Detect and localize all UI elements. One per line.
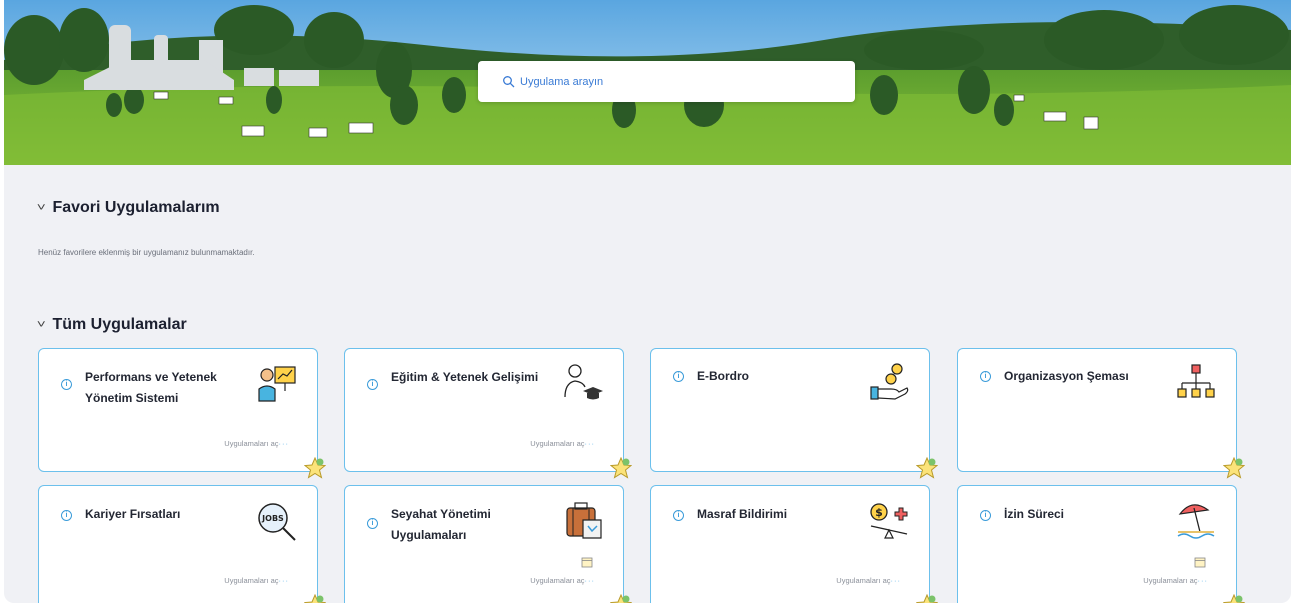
app-card-performans[interactable]: i Performans ve Yetenek Yönetim Sistemi … [38, 348, 326, 479]
info-icon[interactable]: i [367, 518, 378, 529]
favorite-star-icon[interactable] [304, 594, 326, 603]
app-card-masraf[interactable]: i Masraf Bildirimi $ Uygulamaları aç··· [650, 485, 938, 603]
beach-umbrella-icon [1177, 504, 1215, 539]
info-icon[interactable]: i [673, 371, 684, 382]
app-card-title: Seyahat Yönetimi Uygulamaları [391, 507, 491, 542]
search-icon [503, 75, 515, 87]
search-input[interactable]: Uygulama arayın [478, 61, 855, 102]
svg-text:$: $ [875, 506, 883, 519]
app-card-title: İzin Süreci [1004, 507, 1065, 521]
app-card-title: E-Bordro [697, 369, 749, 383]
app-card-title: Eğitim & Yetenek Gelişimi [391, 370, 539, 384]
svg-text:JOBS: JOBS [261, 514, 284, 523]
calendar-icon [1194, 557, 1206, 568]
chevron-down-icon: ˅ [36, 319, 46, 331]
favorites-empty-message: Henüz favorilere eklenmiş bir uygulamanı… [38, 248, 255, 257]
app-frame: Uygulama arayın ˅ Favori Uygulamalarım H… [4, 0, 1291, 603]
all-apps-title: Tüm Uygulamalar [52, 316, 187, 333]
open-apps-link[interactable]: Uygulamaları aç··· [224, 439, 289, 448]
favorite-star-icon[interactable] [610, 457, 632, 479]
app-card-title: Masraf Bildirimi [697, 507, 788, 521]
open-apps-link[interactable]: Uygulamaları aç··· [530, 576, 595, 585]
favorite-star-icon[interactable] [1223, 457, 1245, 479]
all-apps-header[interactable]: ˅ Tüm Uygulamalar [36, 316, 187, 334]
payroll-hand-icon [870, 363, 909, 400]
favorites-title: Favori Uygulamalarım [52, 199, 220, 216]
app-card-organizasyon[interactable]: i Organizasyon Şeması [957, 348, 1245, 479]
app-card-izin[interactable]: i İzin Süreci Uygulamaları aç··· [957, 485, 1245, 603]
hero-banner: Uygulama arayın [4, 0, 1291, 165]
favorite-star-icon[interactable] [1223, 594, 1245, 603]
presentation-icon [258, 366, 296, 402]
favorite-star-icon[interactable] [916, 457, 938, 479]
info-icon[interactable]: i [980, 510, 991, 521]
favorite-star-icon[interactable] [304, 457, 326, 479]
jobs-magnifier-icon: JOBS [258, 503, 296, 541]
favorites-header[interactable]: ˅ Favori Uygulamalarım [36, 199, 220, 217]
app-card-title: Kariyer Fırsatları [85, 507, 181, 521]
calendar-icon [581, 557, 593, 568]
graduate-icon [564, 364, 603, 400]
app-card-kariyer[interactable]: i Kariyer Fırsatları JOBS Uygulamaları a… [38, 485, 326, 603]
app-card-ebordro[interactable]: i E-Bordro [650, 348, 938, 479]
expense-scale-icon: $ [870, 503, 908, 539]
search-placeholder: Uygulama arayın [520, 75, 604, 88]
app-card-seyahat[interactable]: i Seyahat Yönetimi Uygulamaları Uygulama… [344, 485, 632, 603]
luggage-icon [566, 502, 602, 539]
info-icon[interactable]: i [61, 510, 72, 521]
info-icon[interactable]: i [673, 510, 684, 521]
org-chart-icon [1177, 364, 1215, 398]
app-card-title: Organizasyon Şeması [1004, 369, 1129, 383]
open-apps-link[interactable]: Uygulamaları aç··· [836, 576, 901, 585]
open-apps-link[interactable]: Uygulamaları aç··· [224, 576, 289, 585]
chevron-down-icon: ˅ [36, 202, 46, 214]
info-icon[interactable]: i [367, 379, 378, 390]
info-icon[interactable]: i [61, 379, 72, 390]
info-icon[interactable]: i [980, 371, 991, 382]
app-card-egitim[interactable]: i Eğitim & Yetenek Gelişimi Uygulamaları… [344, 348, 632, 479]
favorite-star-icon[interactable] [610, 594, 632, 603]
open-apps-link[interactable]: Uygulamaları aç··· [530, 439, 595, 448]
open-apps-link[interactable]: Uygulamaları aç··· [1143, 576, 1208, 585]
app-card-title: Performans ve Yetenek Yönetim Sistemi [85, 370, 217, 405]
favorite-star-icon[interactable] [916, 594, 938, 603]
